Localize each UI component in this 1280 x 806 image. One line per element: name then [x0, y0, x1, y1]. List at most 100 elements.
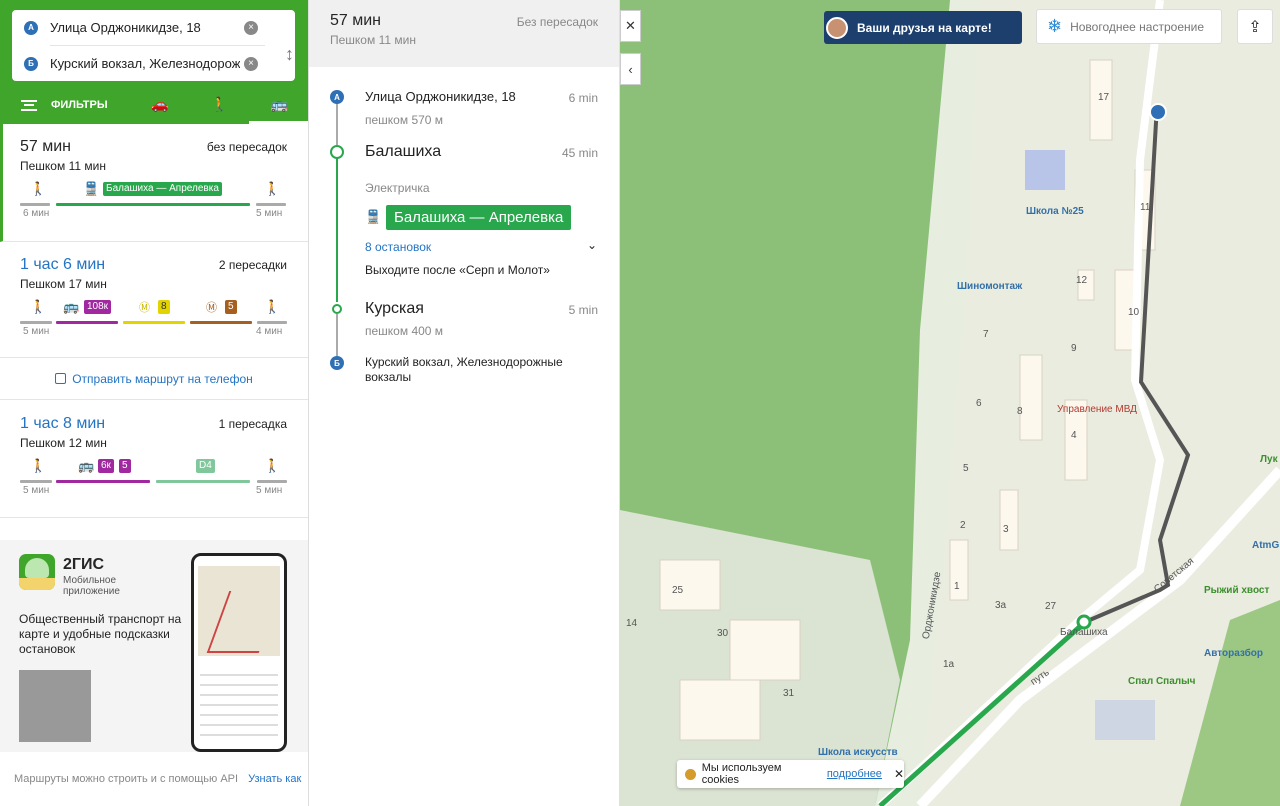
end-marker-icon: Б — [330, 356, 344, 370]
route-transfers: 2 пересадки — [218, 258, 287, 272]
pin-a-icon: A — [24, 20, 38, 35]
car-tab-icon[interactable]: 🚗 — [130, 86, 190, 124]
learn-how-link[interactable]: Узнать как — [248, 773, 301, 785]
house-number: 1а — [943, 659, 955, 670]
swap-icon[interactable]: ↕ — [285, 44, 294, 65]
cookie-text: Мы используем cookies — [701, 762, 782, 786]
metro-segment — [123, 321, 185, 324]
transit-tab-icon[interactable]: 🚌 — [249, 86, 308, 124]
walk-end-time: 5 мин — [256, 208, 283, 219]
walk-segment — [20, 480, 52, 483]
start-name: Улица Орджоникидзе, 18 — [365, 89, 516, 104]
alight-duration: 5 min — [568, 303, 598, 317]
detail-time: 57 мин — [330, 12, 382, 29]
share-icon[interactable]: ⇪ — [1237, 9, 1273, 44]
building — [729, 619, 801, 681]
cookie-icon — [685, 768, 696, 780]
walk-icon: 🚶 — [30, 299, 47, 314]
train-icon: 🚆 — [365, 209, 382, 224]
walk-icon: 🚶 — [30, 181, 47, 196]
new-year-label: Новогоднее настроение — [1070, 19, 1205, 34]
metro-badge: 5 — [225, 300, 237, 314]
filters-button[interactable]: ФИЛЬТРЫ — [21, 99, 130, 111]
route-option-1[interactable]: 57 мин без пересадок Пешком 11 мин 🚶 6 м… — [0, 124, 308, 242]
start-walk: пешком 570 м — [365, 113, 444, 127]
close-icon[interactable]: ✕ — [894, 767, 904, 781]
map-label-mvd: Управление МВД — [1057, 404, 1137, 415]
walk-start-time: 6 мин — [23, 208, 50, 219]
house-number: 3а — [995, 600, 1007, 611]
map-label-school: Школа №25 — [1026, 206, 1084, 217]
start-marker-icon: A — [330, 90, 344, 104]
snowflake-icon: ❄ — [1047, 16, 1063, 36]
metro-icon: Ⓜ — [139, 302, 150, 314]
building — [679, 679, 761, 741]
route-transfers: 1 пересадка — [218, 417, 287, 431]
stops-toggle[interactable]: 8 остановок — [365, 240, 431, 254]
close-panel-button[interactable]: ✕ — [620, 10, 641, 42]
building — [999, 489, 1019, 551]
map-view[interactable]: Школа №25 Шиномонтаж Управление МВД Бала… — [620, 0, 1280, 806]
phone-map-preview — [198, 566, 280, 656]
walk-icon: 🚶 — [30, 458, 47, 473]
board-station: Балашиха — [365, 143, 442, 160]
chevron-down-icon[interactable]: ⌄ — [587, 238, 597, 252]
house-number: 9 — [1071, 343, 1077, 354]
transport-mode: Электричка — [365, 181, 430, 195]
collapse-panel-button[interactable]: ‹ — [620, 53, 641, 85]
to-input[interactable]: Курский вокзал, Железнодорож — [50, 56, 240, 71]
walk-segment — [20, 203, 50, 206]
route-walk: Пешком 12 мин — [20, 436, 107, 450]
school-building — [1025, 150, 1065, 190]
clear-from-icon[interactable]: × — [244, 20, 258, 35]
route-option-3[interactable]: 1 час 8 мин 1 пересадка Пешком 12 мин 🚶 … — [0, 401, 308, 518]
line-name-badge: Балашиха — Апрелевка — [386, 205, 572, 230]
pin-b-icon: Б — [24, 56, 38, 71]
walk-icon: 🚶 — [264, 299, 281, 314]
bus-icon: 🚌 — [63, 299, 80, 314]
map-label-avtorazbor: Авторазбор — [1204, 648, 1264, 659]
train-icon: 🚆 — [83, 181, 100, 196]
send-icon — [55, 373, 67, 384]
friends-banner[interactable]: Ваши друзья на карте! — [824, 11, 1022, 44]
filter-icon — [21, 99, 37, 111]
house-number: 27 — [1045, 601, 1057, 612]
route-option-2[interactable]: 1 час 6 мин 2 пересадки Пешком 17 мин 🚶 … — [0, 242, 308, 358]
map-label-luk: Лук — [1260, 454, 1278, 465]
search-header: A Улица Орджоникидзе, 18 × Б Курский вок… — [0, 0, 308, 124]
bus-badge: 108к — [84, 300, 112, 314]
routes-panel: A Улица Орджоникидзе, 18 × Б Курский вок… — [0, 0, 309, 806]
cookie-banner: Мы используем cookies подробнее ✕ — [677, 760, 904, 788]
house-number: 12 — [1076, 275, 1088, 286]
friends-banner-text: Ваши друзья на карте! — [857, 20, 992, 35]
line-badge: Балашиха — Апрелевка — [103, 182, 222, 196]
metro-badge: 8 — [158, 300, 170, 314]
house-number: 2 — [960, 520, 966, 531]
route-walk: Пешком 11 мин — [20, 159, 106, 173]
from-input[interactable]: Улица Орджоникидзе, 18 — [50, 20, 240, 35]
phone-list-preview — [200, 666, 278, 736]
house-number: 17 — [1098, 92, 1110, 103]
route-strip: 🚶 6 мин 🚆 Балашиха — Апрелевка 🚶 5 мин — [20, 178, 287, 219]
send-to-phone-button[interactable]: Отправить маршрут на телефон — [0, 358, 308, 400]
avatar — [826, 16, 848, 39]
house-number: 25 — [672, 585, 684, 596]
map-label-spal: Спал Спалыч — [1128, 676, 1196, 687]
walk-segment — [257, 480, 287, 483]
promo-description: Общественный транспорт на карте и удобны… — [19, 612, 182, 656]
house-number: 7 — [983, 329, 989, 340]
end-name: Курский вокзал, Железнодорожные вокзалы — [365, 355, 563, 384]
to-field[interactable]: Б Курский вокзал, Железнодорож × — [12, 46, 272, 81]
house-number: 5 — [963, 463, 969, 474]
house-number: 6 — [976, 398, 982, 409]
walk-tab-icon[interactable]: 🚶 — [190, 86, 250, 124]
route-walk: Пешком 17 мин — [20, 277, 107, 291]
walk-segment — [20, 321, 52, 324]
alight-marker-icon — [332, 304, 342, 314]
clear-to-icon[interactable]: × — [244, 56, 258, 71]
cookie-more-link[interactable]: подробнее — [827, 768, 882, 780]
board-marker-icon — [330, 145, 344, 159]
api-footer-text: Маршруты можно строить и с помощью API — [14, 773, 239, 785]
from-field[interactable]: A Улица Орджоникидзе, 18 × — [12, 10, 272, 45]
new-year-button[interactable]: ❄ Новогоднее настроение — [1036, 9, 1222, 44]
